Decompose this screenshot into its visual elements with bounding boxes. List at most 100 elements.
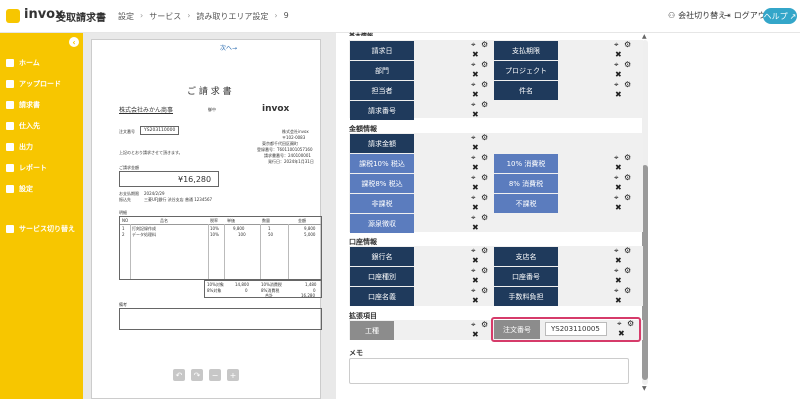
sidebar-item-output[interactable]: 出力	[6, 142, 33, 152]
move-icon[interactable]: ⌖	[614, 266, 619, 276]
close-icon[interactable]: ✖	[615, 183, 622, 192]
memo-textarea[interactable]	[349, 358, 629, 384]
field-chip[interactable]: 注文番号	[494, 320, 540, 339]
move-icon[interactable]: ⌖	[614, 153, 619, 163]
breadcrumb-item[interactable]: 読み取りエリア設定	[196, 11, 268, 22]
close-icon[interactable]: ✖	[618, 329, 625, 338]
move-icon[interactable]: ⌖	[614, 246, 619, 256]
gear-icon[interactable]: ⚙	[627, 319, 634, 328]
move-icon[interactable]: ⌖	[471, 266, 476, 276]
field-chip[interactable]: プロジェクト	[494, 61, 558, 80]
gear-icon[interactable]: ⚙	[481, 100, 488, 109]
gear-icon[interactable]: ⚙	[481, 286, 488, 295]
field-chip[interactable]: 口座番号	[494, 267, 558, 286]
field-chip[interactable]: 課税8% 税込	[350, 174, 414, 193]
field-chip[interactable]: 手数料負担	[494, 287, 558, 306]
move-icon[interactable]: ⌖	[614, 80, 619, 90]
move-icon[interactable]: ⌖	[614, 60, 619, 70]
move-icon[interactable]: ⌖	[614, 40, 619, 50]
gear-icon[interactable]: ⚙	[624, 153, 631, 162]
sidebar-item-report[interactable]: レポート	[6, 163, 47, 173]
gear-icon[interactable]: ⚙	[481, 133, 488, 142]
field-chip[interactable]: 部門	[350, 61, 414, 80]
close-icon[interactable]: ✖	[615, 256, 622, 265]
zoom-out-icon[interactable]: −	[209, 369, 221, 381]
help-button[interactable]: ヘルプ ↗	[763, 8, 797, 24]
gear-icon[interactable]: ⚙	[481, 266, 488, 275]
field-chip[interactable]: 担当者	[350, 81, 414, 100]
field-chip[interactable]: 請求日	[350, 41, 414, 60]
close-icon[interactable]: ✖	[472, 163, 479, 172]
gear-icon[interactable]: ⚙	[624, 193, 631, 202]
field-chip[interactable]: 件名	[494, 81, 558, 100]
move-icon[interactable]: ⌖	[471, 133, 476, 143]
gear-icon[interactable]: ⚙	[624, 60, 631, 69]
close-icon[interactable]: ✖	[472, 70, 479, 79]
gear-icon[interactable]: ⚙	[624, 80, 631, 89]
gear-icon[interactable]: ⚙	[624, 246, 631, 255]
field-chip[interactable]: 不課税	[494, 194, 558, 213]
scroll-down-icon[interactable]: ▼	[642, 385, 647, 392]
close-icon[interactable]: ✖	[472, 276, 479, 285]
close-icon[interactable]: ✖	[615, 296, 622, 305]
gear-icon[interactable]: ⚙	[481, 40, 488, 49]
close-icon[interactable]: ✖	[615, 276, 622, 285]
close-icon[interactable]: ✖	[472, 223, 479, 232]
gear-icon[interactable]: ⚙	[481, 213, 488, 222]
move-icon[interactable]: ⌖	[471, 286, 476, 296]
invoice-document[interactable]: 次へ→ ご 請 求 書 株式会社みかん商事 御中 invox 注文番号 YS20…	[91, 39, 322, 399]
move-icon[interactable]: ⌖	[471, 153, 476, 163]
sidebar-item-suppliers[interactable]: 仕入先	[6, 121, 40, 131]
move-icon[interactable]: ⌖	[614, 173, 619, 183]
undo-icon[interactable]: ↶	[173, 369, 185, 381]
field-chip[interactable]: 8% 消費税	[494, 174, 558, 193]
redo-icon[interactable]: ↷	[191, 369, 203, 381]
gear-icon[interactable]: ⚙	[481, 173, 488, 182]
field-chip[interactable]: 課税10% 税込	[350, 154, 414, 173]
gear-icon[interactable]: ⚙	[481, 60, 488, 69]
breadcrumb-item[interactable]: 設定	[118, 11, 134, 22]
move-icon[interactable]: ⌖	[471, 80, 476, 90]
move-icon[interactable]: ⌖	[617, 319, 622, 329]
gear-icon[interactable]: ⚙	[624, 286, 631, 295]
move-icon[interactable]: ⌖	[471, 100, 476, 110]
close-icon[interactable]: ✖	[472, 183, 479, 192]
field-chip[interactable]: 銀行名	[350, 247, 414, 266]
move-icon[interactable]: ⌖	[471, 246, 476, 256]
close-icon[interactable]: ✖	[472, 50, 479, 59]
field-chip[interactable]: 支払期限	[494, 41, 558, 60]
close-icon[interactable]: ✖	[615, 50, 622, 59]
field-chip[interactable]: 口座名義	[350, 287, 414, 306]
move-icon[interactable]: ⌖	[471, 193, 476, 203]
gear-icon[interactable]: ⚙	[481, 193, 488, 202]
sidebar-item-service-switch[interactable]: サービス切り替え	[6, 224, 75, 234]
close-icon[interactable]: ✖	[615, 163, 622, 172]
move-icon[interactable]: ⌖	[471, 40, 476, 50]
close-icon[interactable]: ✖	[472, 90, 479, 99]
sidebar-item-upload[interactable]: アップロード	[6, 79, 61, 89]
close-icon[interactable]: ✖	[472, 330, 479, 339]
move-icon[interactable]: ⌖	[471, 60, 476, 70]
sidebar-item-home[interactable]: ホーム	[6, 58, 40, 68]
close-icon[interactable]: ✖	[472, 203, 479, 212]
close-icon[interactable]: ✖	[472, 110, 479, 119]
collapse-sidebar-icon[interactable]: ‹	[69, 37, 79, 47]
move-icon[interactable]: ⌖	[614, 286, 619, 296]
field-chip[interactable]: 源泉徴収	[350, 214, 414, 233]
field-chip[interactable]: 工種	[350, 321, 394, 340]
move-icon[interactable]: ⌖	[471, 213, 476, 223]
gear-icon[interactable]: ⚙	[481, 153, 488, 162]
move-icon[interactable]: ⌖	[471, 173, 476, 183]
gear-icon[interactable]: ⚙	[481, 246, 488, 255]
gear-icon[interactable]: ⚙	[481, 320, 488, 329]
field-chip[interactable]: 請求番号	[350, 101, 414, 120]
next-page-link[interactable]: 次へ→	[220, 43, 237, 52]
move-icon[interactable]: ⌖	[614, 193, 619, 203]
scroll-up-icon[interactable]: ▲	[642, 33, 647, 40]
sidebar-item-invoices[interactable]: 請求書	[6, 100, 40, 110]
sidebar-item-settings[interactable]: 設定	[6, 184, 33, 194]
field-chip[interactable]: 口座種別	[350, 267, 414, 286]
close-icon[interactable]: ✖	[615, 90, 622, 99]
close-icon[interactable]: ✖	[615, 70, 622, 79]
company-switch-button[interactable]: ⚇ 会社切り替え	[668, 10, 726, 21]
